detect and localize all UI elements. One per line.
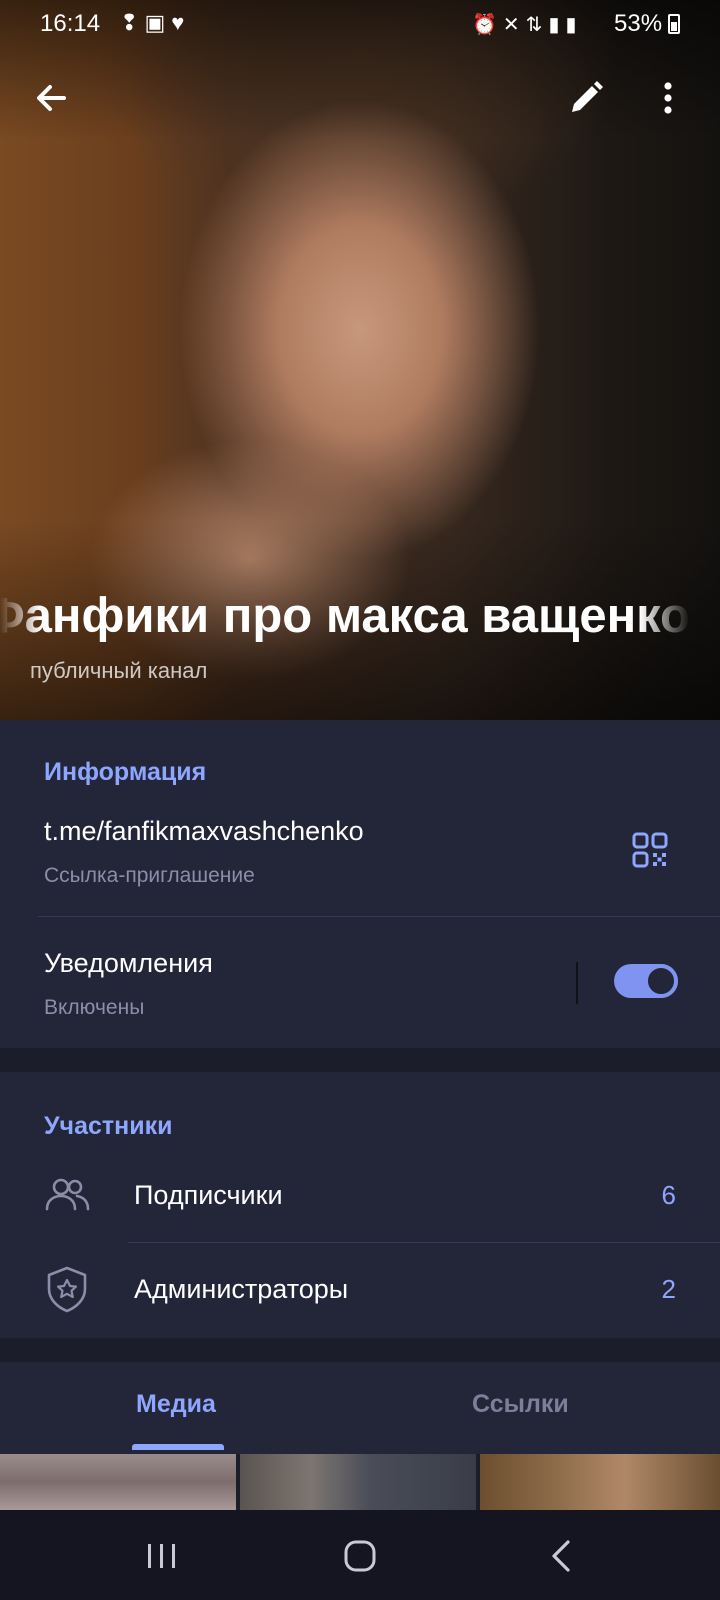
system-status-icons: ⏰✕⇅▮▮: [472, 12, 582, 37]
subscribers-row[interactable]: Подписчики 6: [0, 1150, 720, 1242]
notifications-status: Включены: [44, 996, 145, 1019]
more-options-icon[interactable]: [656, 76, 680, 120]
mute-icon: ✕: [502, 14, 526, 36]
administrators-label: Администраторы: [134, 1274, 349, 1304]
signal-icon: ▮: [565, 14, 583, 36]
notifications-label[interactable]: Уведомления: [44, 948, 213, 979]
channel-link[interactable]: t.me/fanfikmaxvashchenko: [44, 816, 364, 847]
qr-code-icon[interactable]: [632, 832, 668, 868]
administrators-row[interactable]: Администраторы 2: [0, 1244, 720, 1336]
subscribers-count: 6: [661, 1180, 676, 1210]
toggle-knob: [644, 964, 678, 998]
signal-icon: ▮: [548, 14, 566, 36]
info-divider: [38, 916, 720, 917]
alarm-icon: ⏰: [472, 14, 503, 36]
info-section-title: Информация: [44, 758, 207, 786]
status-bar: 16:14 ❢▣♥ ⏰✕⇅▮▮ 53%: [0, 0, 720, 46]
link-caption: Ссылка-приглашение: [44, 864, 255, 887]
members-divider: [128, 1242, 720, 1243]
active-tab-indicator: [132, 1444, 224, 1450]
channel-cover-photo[interactable]: 16:14 ❢▣♥ ⏰✕⇅▮▮ 53% Фанфики про макса ва…: [0, 0, 720, 720]
system-back-icon[interactable]: [540, 1534, 584, 1578]
back-arrow-icon[interactable]: [30, 76, 74, 120]
notification-icons: ❢▣♥: [120, 10, 190, 36]
twitch-icon: ▣: [144, 10, 172, 35]
subscribers-label: Подписчики: [134, 1180, 283, 1210]
tab-links[interactable]: Ссылки: [472, 1390, 569, 1419]
tab-media[interactable]: Медиа: [136, 1390, 216, 1419]
4g-icon: ⇅: [525, 14, 549, 36]
vertical-separator: [576, 962, 578, 1004]
members-card: Участники Подписчики 6 Администраторы 2: [0, 1072, 720, 1338]
media-grid: [0, 1454, 720, 1510]
status-time: 16:14: [40, 10, 101, 37]
media-thumbnail[interactable]: [0, 1454, 236, 1510]
people-icon: [45, 1178, 90, 1211]
administrators-count: 2: [661, 1274, 676, 1304]
recents-icon[interactable]: [140, 1534, 184, 1578]
channel-type: публичный канал: [30, 658, 208, 683]
battery-percent: 53%: [614, 10, 663, 37]
system-navigation-bar: [0, 1510, 720, 1600]
info-card: Информация t.me/fanfikmaxvashchenko Ссыл…: [0, 720, 720, 1048]
heart-icon: ♥: [171, 10, 191, 35]
media-thumbnail[interactable]: [240, 1454, 476, 1510]
edit-pencil-icon[interactable]: [566, 78, 606, 118]
notifications-toggle[interactable]: [614, 964, 678, 998]
shield-star-icon: [47, 1266, 87, 1313]
members-section-title: Участники: [44, 1112, 173, 1140]
footsteps-icon: ❢: [120, 10, 145, 35]
channel-title: Фанфики про макса ващенко: [0, 589, 690, 643]
shared-content-tabs: Медиа Ссылки: [0, 1362, 720, 1454]
battery-icon: [668, 14, 680, 34]
home-icon[interactable]: [338, 1534, 382, 1578]
media-thumbnail[interactable]: [480, 1454, 720, 1510]
